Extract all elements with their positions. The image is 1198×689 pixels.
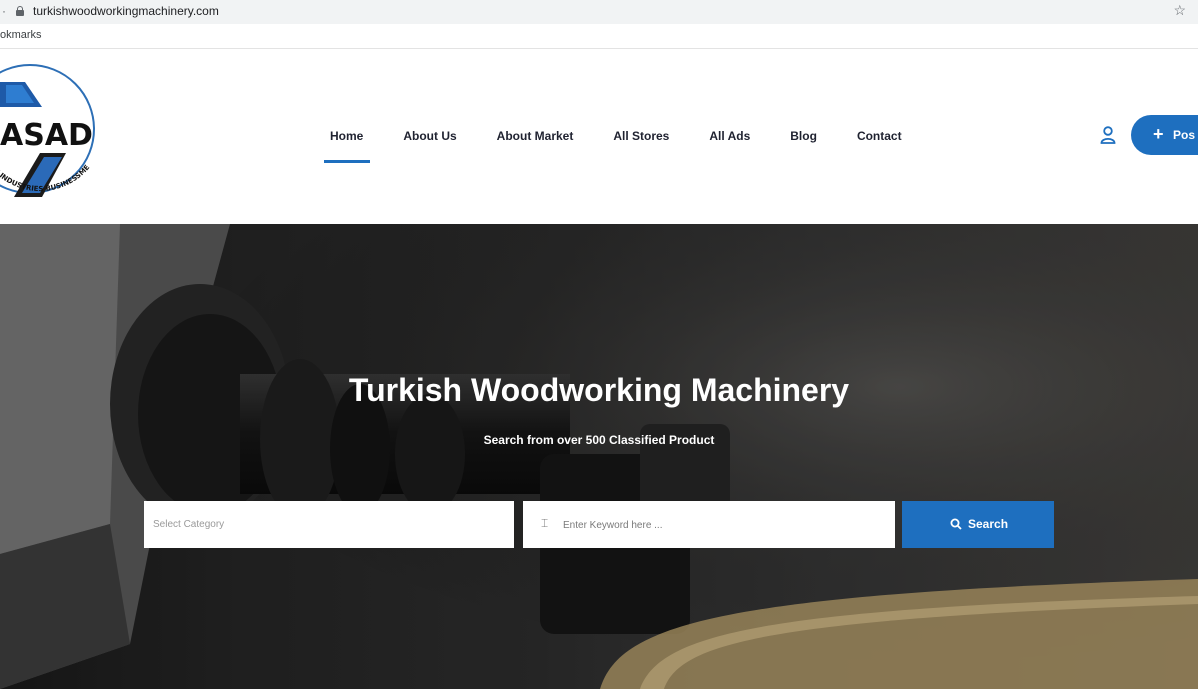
bookmark-star-icon[interactable]: ☆ (1173, 2, 1186, 19)
post-ad-button[interactable]: + Pos (1131, 115, 1198, 155)
bookmarks-bar: okmarks (0, 24, 1198, 49)
hero-title: Turkish Woodworking Machinery (348, 372, 850, 408)
nav-all-ads[interactable]: All Ads (709, 129, 750, 143)
main-nav: Home About Us About Market All Stores Al… (323, 129, 942, 163)
keyword-input[interactable] (561, 501, 885, 550)
nav-home[interactable]: Home (323, 129, 371, 163)
site-logo[interactable]: ASAD DE INDUSTRIES BUSINESSMEN ASSOCIATI… (0, 51, 110, 207)
nav-contact[interactable]: Contact (857, 129, 902, 143)
logo-text: ASAD (0, 118, 93, 153)
back-icon[interactable]: · (2, 4, 6, 18)
post-ad-label: Pos (1173, 128, 1196, 142)
nav-about-us[interactable]: About Us (403, 129, 456, 143)
hero-subtitle: Search from over 500 Classified Product (483, 433, 715, 447)
search-icon (950, 518, 962, 530)
keyword-field[interactable]: ⌶ (523, 501, 895, 550)
nav-all-stores[interactable]: All Stores (613, 129, 669, 143)
nav-about-market[interactable]: About Market (497, 129, 574, 143)
category-select[interactable]: Select Category (144, 501, 514, 548)
search-button[interactable]: Search (902, 501, 1054, 548)
search-label: Search (968, 517, 1009, 531)
user-icon[interactable] (1100, 126, 1116, 144)
plus-icon: + (1153, 124, 1164, 144)
bookmarks-label[interactable]: okmarks (0, 29, 42, 41)
lock-icon[interactable] (16, 6, 24, 16)
browser-address-bar[interactable]: · turkishwoodworkingmachinery.com ☆ (0, 0, 1198, 24)
site-header: ASAD DE INDUSTRIES BUSINESSMEN ASSOCIATI… (0, 49, 1198, 224)
url-text[interactable]: turkishwoodworkingmachinery.com (33, 4, 219, 18)
hero-background-image (0, 224, 1198, 689)
nav-blog[interactable]: Blog (790, 129, 817, 143)
text-cursor-icon: ⌶ (541, 516, 549, 530)
hero-section: Turkish Woodworking Machinery Search fro… (0, 224, 1198, 689)
